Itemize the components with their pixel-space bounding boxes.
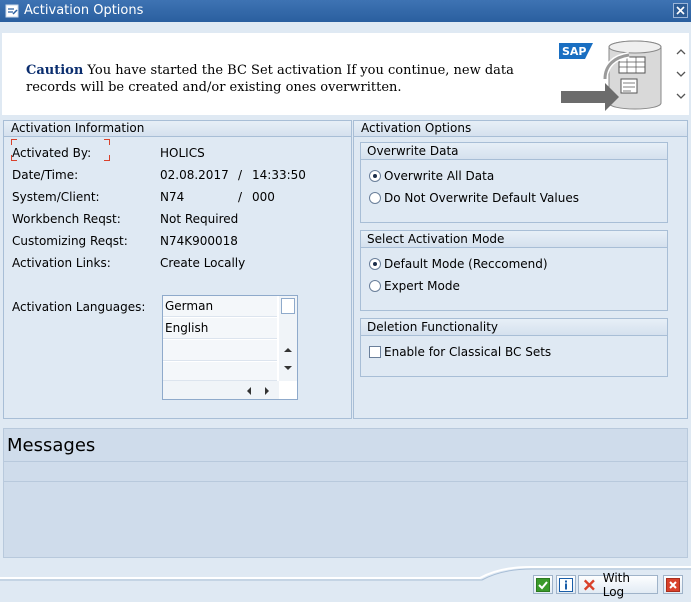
workbench-reqst-label: Workbench Reqst: bbox=[12, 212, 121, 226]
title-bar: Activation Options bbox=[0, 0, 691, 22]
activation-languages-label: Activation Languages: bbox=[12, 300, 146, 314]
window-title: Activation Options bbox=[24, 3, 144, 18]
languages-horizontal-scrollbar[interactable] bbox=[163, 381, 279, 399]
activated-by-value: HOLICS bbox=[160, 146, 205, 160]
cancel-button[interactable] bbox=[663, 575, 683, 594]
radio-unselected-icon[interactable] bbox=[369, 192, 381, 204]
do-not-overwrite-radio[interactable]: Do Not Overwrite Default Values bbox=[369, 191, 579, 205]
caution-text: Caution You have started the BC Set acti… bbox=[26, 62, 546, 96]
checkmark-icon bbox=[536, 577, 550, 592]
cancel-icon bbox=[666, 577, 680, 592]
time-value: 14:33:50 bbox=[252, 168, 306, 182]
language-row-german[interactable]: German bbox=[163, 296, 277, 317]
checkbox-unchecked-icon[interactable] bbox=[369, 346, 381, 358]
with-log-button[interactable]: With Log bbox=[578, 571, 658, 599]
radio-selected-icon[interactable] bbox=[369, 258, 381, 270]
activation-information-title: Activation Information bbox=[4, 121, 351, 137]
header-scrollbar[interactable] bbox=[673, 33, 689, 115]
scroll-thumb[interactable] bbox=[281, 298, 295, 314]
expert-mode-radio[interactable]: Expert Mode bbox=[369, 279, 460, 293]
caution-message: You have started the BC Set activation I… bbox=[26, 63, 514, 95]
client-value: 000 bbox=[252, 190, 275, 204]
scroll-up-icon[interactable] bbox=[283, 346, 293, 354]
scroll-left-icon[interactable] bbox=[245, 386, 253, 396]
scroll-down-icon[interactable] bbox=[676, 69, 686, 79]
system-value: N74 bbox=[160, 190, 185, 204]
languages-vertical-scrollbar[interactable] bbox=[279, 296, 297, 381]
language-row-empty[interactable] bbox=[163, 340, 277, 361]
language-row-english[interactable]: English bbox=[163, 318, 277, 339]
overwrite-data-title: Overwrite Data bbox=[361, 143, 667, 160]
expert-mode-label: Expert Mode bbox=[384, 279, 460, 293]
activation-options-title: Activation Options bbox=[354, 121, 687, 137]
messages-title: Messages bbox=[7, 435, 96, 456]
overwrite-all-data-radio[interactable]: Overwrite All Data bbox=[369, 169, 494, 183]
overwrite-all-data-label: Overwrite All Data bbox=[384, 169, 495, 183]
system-client-separator: / bbox=[238, 190, 243, 204]
messages-area: Messages bbox=[3, 428, 688, 558]
language-row-empty[interactable] bbox=[163, 362, 277, 381]
activation-links-label: Activation Links: bbox=[12, 256, 111, 270]
activation-information-panel: Activation Information Activated By: HOL… bbox=[3, 120, 352, 419]
window-close-button[interactable] bbox=[673, 3, 688, 18]
deletion-functionality-group: Deletion Functionality Enable for Classi… bbox=[360, 318, 668, 377]
system-client-label: System/Client: bbox=[12, 190, 100, 204]
confirm-button[interactable] bbox=[533, 575, 553, 594]
activated-by-label: Activated By: bbox=[12, 146, 92, 160]
information-button[interactable] bbox=[556, 575, 576, 594]
date-time-separator: / bbox=[238, 168, 243, 182]
messages-divider bbox=[4, 481, 687, 482]
execute-cross-icon bbox=[583, 579, 595, 590]
customizing-reqst-label: Customizing Reqst: bbox=[12, 234, 128, 248]
activation-links-value: Create Locally bbox=[160, 256, 246, 270]
default-mode-label: Default Mode (Reccomend) bbox=[384, 257, 548, 271]
info-icon bbox=[559, 577, 573, 592]
customizing-reqst-value: N74K900018 bbox=[160, 234, 238, 248]
enable-classical-bc-sets-label: Enable for Classical BC Sets bbox=[384, 345, 552, 359]
activation-options-panel: Activation Options Overwrite Data Overwr… bbox=[353, 120, 688, 419]
with-log-label: With Log bbox=[602, 570, 630, 599]
overwrite-data-group: Overwrite Data Overwrite All Data Do Not… bbox=[360, 142, 668, 223]
scroll-down-icon[interactable] bbox=[676, 91, 686, 101]
deletion-functionality-title: Deletion Functionality bbox=[361, 319, 667, 336]
activation-languages-table: German English bbox=[162, 295, 298, 400]
do-not-overwrite-label: Do Not Overwrite Default Values bbox=[384, 191, 579, 205]
date-time-label: Date/Time: bbox=[12, 168, 79, 182]
workbench-reqst-value: Not Required bbox=[160, 212, 239, 226]
default-mode-radio[interactable]: Default Mode (Reccomend) bbox=[369, 257, 548, 271]
activation-mode-title: Select Activation Mode bbox=[361, 231, 667, 248]
messages-divider bbox=[4, 461, 687, 462]
footer-toolbar: With Log bbox=[0, 563, 691, 602]
sap-logo-text: SAP bbox=[562, 45, 587, 58]
scroll-up-icon[interactable] bbox=[676, 47, 686, 57]
radio-unselected-icon[interactable] bbox=[369, 280, 381, 292]
scroll-down-icon[interactable] bbox=[283, 364, 293, 372]
sap-database-illustration: SAP bbox=[559, 40, 662, 111]
radio-selected-icon[interactable] bbox=[369, 170, 381, 182]
enable-classical-bc-sets-checkbox[interactable]: Enable for Classical BC Sets bbox=[369, 345, 551, 359]
activation-mode-group: Select Activation Mode Default Mode (Rec… bbox=[360, 230, 668, 311]
close-icon bbox=[676, 6, 685, 15]
date-value: 02.08.2017 bbox=[160, 168, 229, 182]
scroll-right-icon[interactable] bbox=[263, 386, 271, 396]
caution-word: Caution bbox=[26, 63, 84, 78]
caution-header: Caution You have started the BC Set acti… bbox=[2, 33, 673, 115]
window-menu-icon[interactable] bbox=[5, 4, 19, 18]
